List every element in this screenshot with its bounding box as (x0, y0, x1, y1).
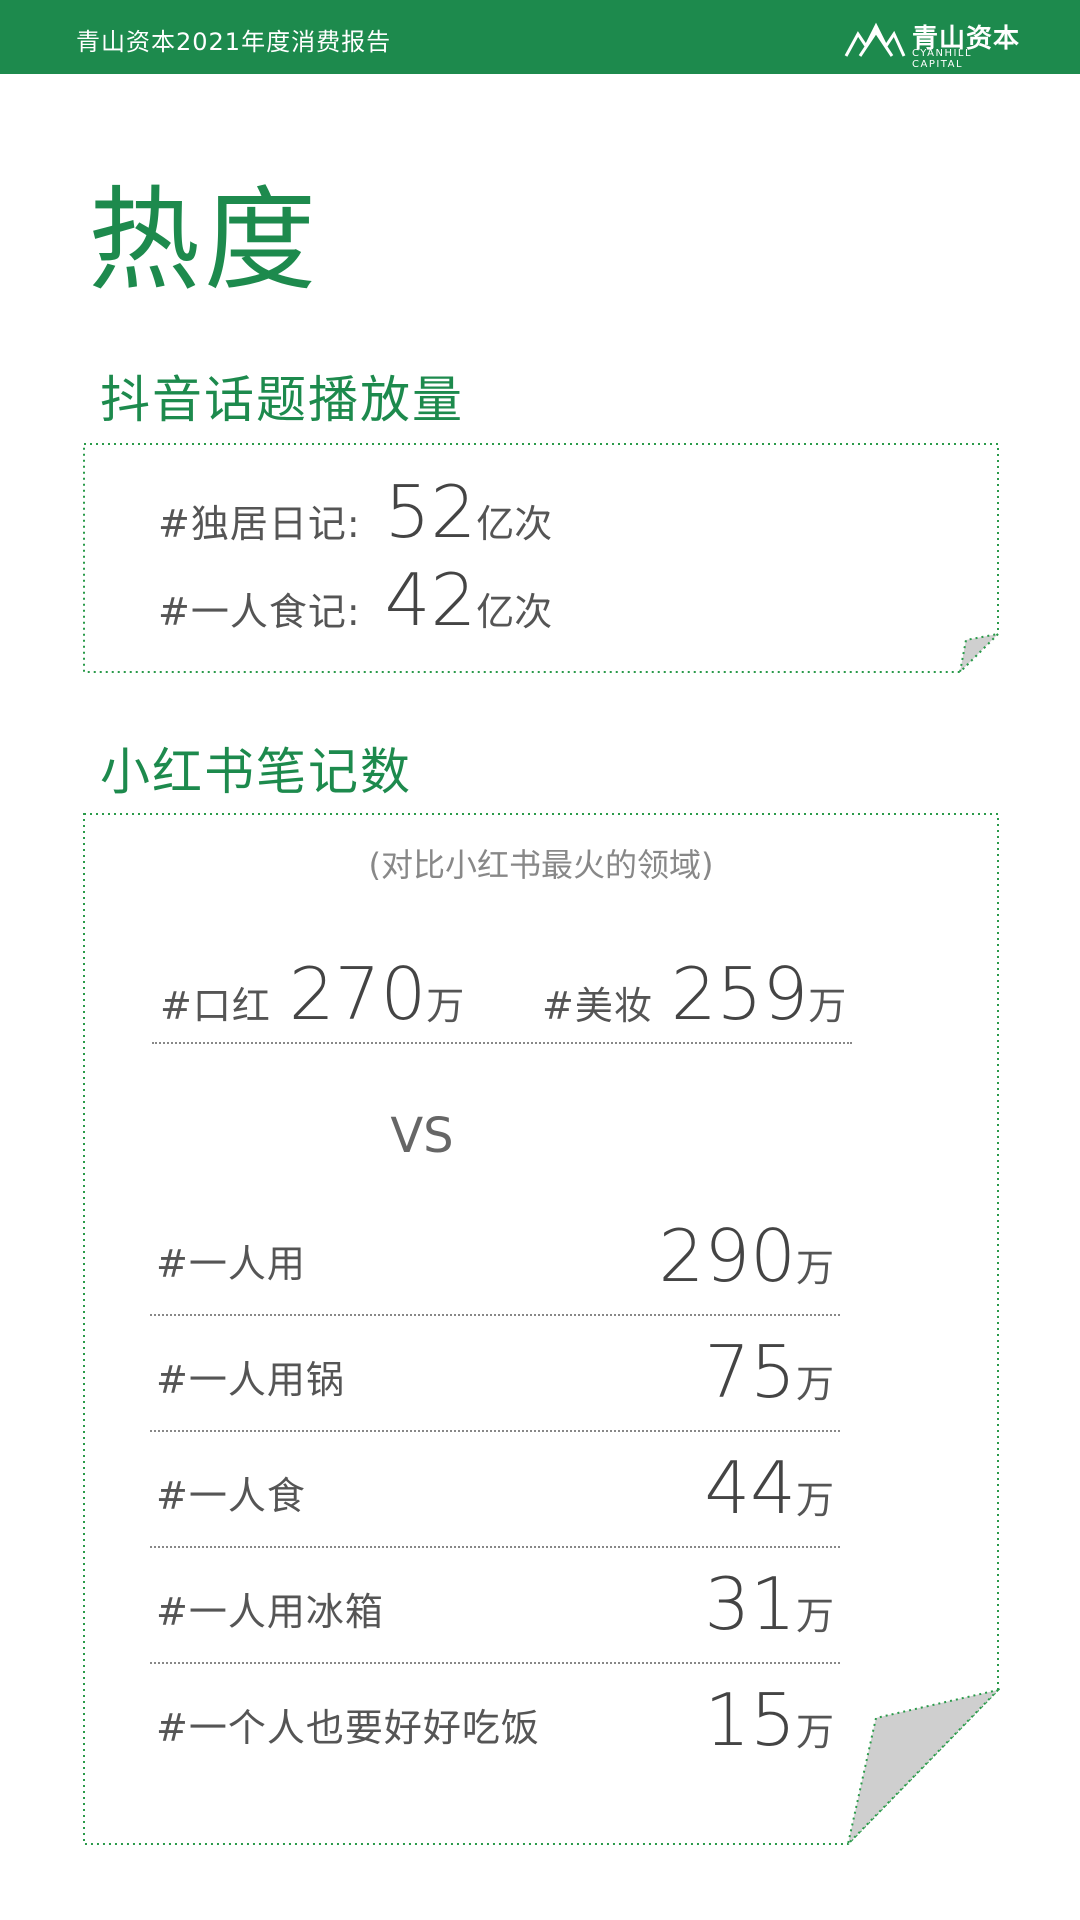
report-title: 青山资本2021年度消费报告 (76, 28, 392, 56)
list-unit: 万 (795, 1594, 834, 1638)
top-bar: 青山资本2021年度消费报告 青山资本 CYANHILL CAPITAL (0, 0, 1080, 74)
list-item: #一人用 290 万 (150, 1200, 840, 1316)
mountain-logo-icon (844, 22, 906, 57)
list-item: #一个人也要好好吃饭 15 万 (150, 1664, 840, 1778)
compare-unit-1: 万 (426, 984, 465, 1028)
douyin-value-1: 52 (384, 470, 477, 554)
xiaohongshu-section-title: 小红书笔记数 (100, 743, 412, 801)
compare-item-makeup: #美妆 259 万 (542, 952, 846, 1036)
douyin-tag-2: #一人食记: (158, 590, 361, 634)
list-item: #一人食 44 万 (150, 1432, 840, 1548)
douyin-tag-1: #独居日记: (158, 502, 361, 546)
douyin-row-2: #一人食记: 42 亿次 (158, 558, 553, 642)
list-unit: 万 (795, 1246, 834, 1290)
list-value: 75 (704, 1330, 796, 1414)
page-heading: 热度 (88, 176, 320, 306)
compare-tag-1: #口红 (160, 984, 271, 1028)
douyin-value-2: 42 (384, 558, 477, 642)
list-value-group: 290 万 (659, 1214, 834, 1298)
compare-item-lipstick: #口红 270 万 (160, 952, 464, 1036)
list-unit: 万 (795, 1710, 834, 1754)
compare-value-1: 270 (288, 952, 427, 1036)
cyanhill-logo: 青山资本 CYANHILL CAPITAL (844, 18, 1024, 70)
douyin-card: #独居日记: 52 亿次 #一人食记: 42 亿次 (82, 442, 1000, 674)
compare-tag-2: #美妆 (542, 984, 653, 1028)
notes-list: #一人用 290 万 #一人用锅 75 万 #一人食 44 万 #一人用冰箱 3… (150, 1200, 840, 1778)
list-value: 290 (658, 1214, 796, 1298)
list-value: 31 (704, 1562, 796, 1646)
douyin-unit-2: 亿次 (476, 590, 553, 634)
list-tag: #一人用冰箱 (156, 1590, 384, 1634)
list-unit: 万 (795, 1478, 834, 1522)
list-item: #一人用冰箱 31 万 (150, 1548, 840, 1664)
douyin-unit-1: 亿次 (476, 502, 553, 546)
list-value-group: 75 万 (704, 1330, 834, 1414)
list-value-group: 44 万 (704, 1446, 834, 1530)
list-value-group: 31 万 (704, 1562, 834, 1646)
list-tag: #一人用 (156, 1242, 306, 1286)
xiaohongshu-card: (对比小红书最火的领域) #口红 270 万 #美妆 259 万 VS #一人用… (82, 812, 1000, 1846)
douyin-section-title: 抖音话题播放量 (100, 371, 464, 429)
douyin-row-1: #独居日记: 52 亿次 (158, 470, 553, 554)
list-tag: #一人用锅 (156, 1358, 345, 1402)
compare-unit-2: 万 (808, 984, 847, 1028)
vs-label: VS (390, 1108, 454, 1164)
compare-row: #口红 270 万 #美妆 259 万 (152, 942, 852, 1044)
list-item: #一人用锅 75 万 (150, 1316, 840, 1432)
list-value-group: 15 万 (704, 1678, 834, 1762)
compare-value-2: 259 (670, 952, 809, 1036)
comparison-note: (对比小红书最火的领域) (368, 846, 714, 884)
list-tag: #一人食 (156, 1474, 306, 1518)
list-value: 44 (704, 1446, 796, 1530)
list-value: 15 (704, 1678, 796, 1762)
list-unit: 万 (795, 1362, 834, 1406)
logo-text-en: CYANHILL CAPITAL (912, 48, 973, 70)
list-tag: #一个人也要好好吃饭 (156, 1706, 540, 1750)
